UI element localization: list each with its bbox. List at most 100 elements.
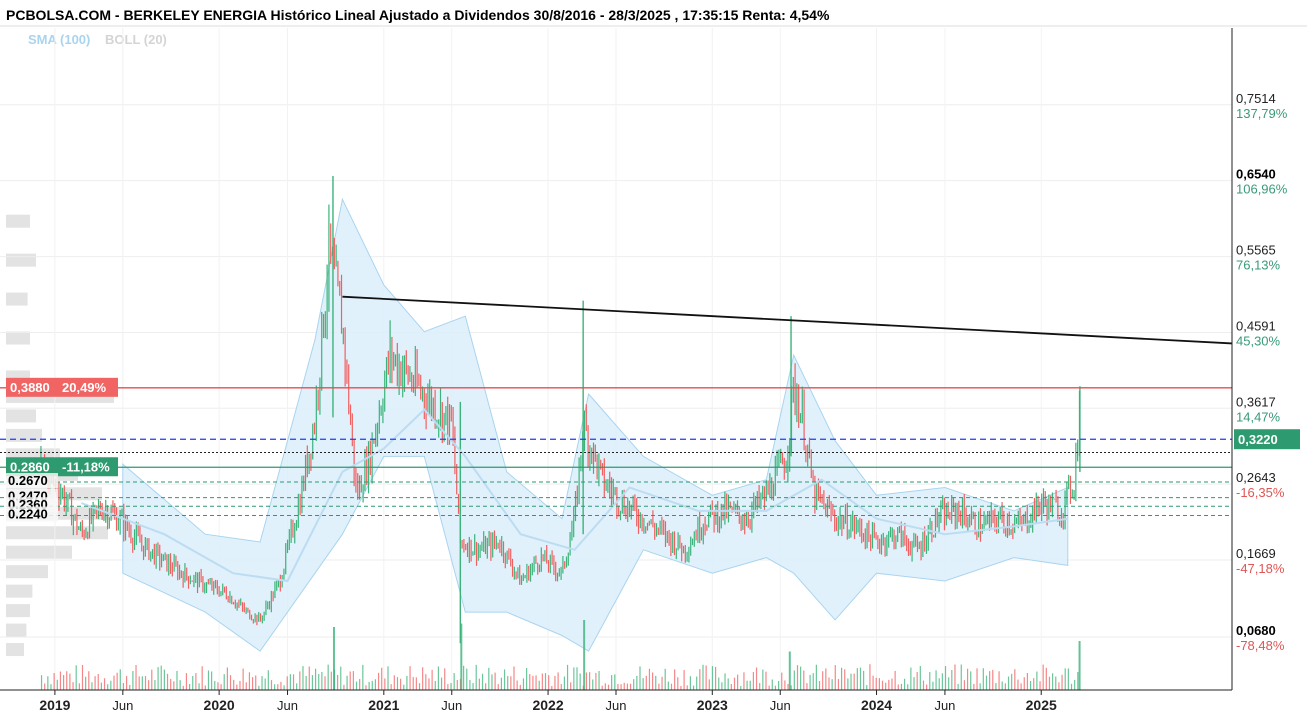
y-tick-pct: -78,48%: [1236, 638, 1285, 653]
volume-bar: [743, 672, 745, 690]
level-tag-price: 0.2240: [8, 507, 48, 522]
volume-profile-bar: [6, 253, 36, 267]
volume-bar: [746, 680, 748, 690]
y-tick-price: 0,1669: [1236, 546, 1276, 561]
volume-bar: [976, 668, 978, 690]
volume-bar: [280, 681, 282, 690]
volume-bar: [825, 668, 827, 690]
volume-bar: [592, 679, 594, 690]
volume-bar: [239, 680, 241, 690]
y-tick-pct: -47,18%: [1236, 561, 1285, 576]
volume-bar: [970, 671, 972, 690]
volume-bar: [113, 675, 115, 690]
volume-bar: [355, 681, 358, 690]
volume-bar: [359, 679, 361, 690]
volume-bar: [648, 668, 651, 690]
volume-bar: [831, 679, 833, 690]
volume-bar: [995, 683, 997, 690]
legend-sma[interactable]: SMA (100): [28, 32, 90, 47]
volume-bar: [472, 683, 474, 690]
volume-profile-bar: [6, 565, 48, 579]
volume-bar: [812, 673, 814, 690]
volume-bar: [655, 675, 657, 690]
volume-bar: [944, 666, 947, 690]
volume-bar: [1077, 671, 1079, 690]
volume-bar: [469, 679, 471, 690]
volume-bar: [214, 680, 216, 690]
volume-bar: [343, 684, 345, 690]
volume-bar: [444, 668, 446, 690]
volume-bar: [47, 676, 49, 690]
volume-bar: [50, 684, 52, 690]
volume-bar: [500, 677, 503, 690]
volume-bar: [585, 672, 588, 690]
volume-bar: [393, 675, 395, 690]
volume-bar: [664, 668, 666, 690]
volume-bar: [349, 671, 351, 690]
volume-bar: [242, 668, 244, 690]
volume-bar: [1061, 674, 1063, 690]
volume-bar: [72, 682, 74, 690]
volume-bar: [1039, 681, 1041, 690]
volume-bar: [740, 685, 742, 690]
volume-bar: [737, 674, 739, 690]
volume-bar: [910, 667, 912, 690]
volume-bar: [116, 672, 118, 690]
volume-profile-bar: [6, 214, 30, 228]
y-axis-ticks: 0,7514137,79% 0,6540106,96% 0,556576,13% 0,…: [1236, 91, 1288, 653]
volume-bar: [894, 670, 896, 690]
volume-bar: [604, 683, 606, 690]
volume-bar: [957, 683, 959, 690]
volume-bar: [157, 667, 159, 690]
volume-bar: [932, 681, 934, 690]
volume-bar: [170, 678, 172, 690]
volume-bar: [844, 669, 846, 690]
volume-bar: [929, 671, 931, 690]
y-tick-pct: 45,30%: [1236, 333, 1281, 348]
volume-bar: [1074, 679, 1076, 690]
volume-bar: [141, 676, 143, 690]
volume-bar: [75, 665, 77, 690]
volume-bar: [481, 673, 484, 690]
volume-bar: [645, 675, 647, 690]
volume-bar: [53, 673, 55, 690]
volume-bar: [374, 679, 377, 690]
volume-bar: [267, 670, 269, 690]
volume-bar: [853, 673, 855, 690]
volume-bar: [352, 671, 354, 690]
volume-bar: [204, 685, 206, 690]
volume-bar: [485, 683, 487, 690]
volume-bar: [69, 673, 71, 690]
volume-bar: [526, 668, 528, 690]
level-tag-price: 0,3880: [10, 380, 50, 395]
volume-profile-bar: [6, 331, 30, 345]
x-tick-label: 2024: [861, 697, 892, 713]
volume-bar: [456, 679, 458, 690]
volume-bar: [135, 664, 137, 690]
volume-bar: [125, 676, 128, 690]
volume-spike: [583, 620, 586, 690]
volume-bar: [686, 685, 688, 690]
volume-bar: [623, 682, 625, 690]
legend-boll[interactable]: BOLL (20): [105, 32, 167, 47]
volume-bar: [264, 678, 266, 690]
level-tag-pct: 20,49%: [62, 380, 107, 395]
volume-bar: [771, 679, 773, 690]
y-tick-price: 0,2643: [1236, 470, 1276, 485]
volume-profile: [6, 214, 126, 657]
volume-bar: [724, 673, 726, 690]
volume-bar: [377, 672, 380, 690]
volume-bar: [223, 674, 225, 690]
volume-bar: [551, 685, 553, 690]
y-tick-pct: 106,96%: [1236, 182, 1288, 197]
volume-bar: [885, 682, 887, 690]
volume-bar: [765, 671, 767, 690]
volume-bar: [614, 674, 616, 690]
volume-bar: [182, 685, 184, 690]
volume-bar: [768, 685, 770, 690]
volume-bar: [236, 684, 238, 690]
volume-bar: [428, 678, 430, 690]
y-tick-pct: 76,13%: [1236, 258, 1281, 273]
volume-bar: [91, 682, 93, 690]
volume-bar: [519, 684, 521, 690]
